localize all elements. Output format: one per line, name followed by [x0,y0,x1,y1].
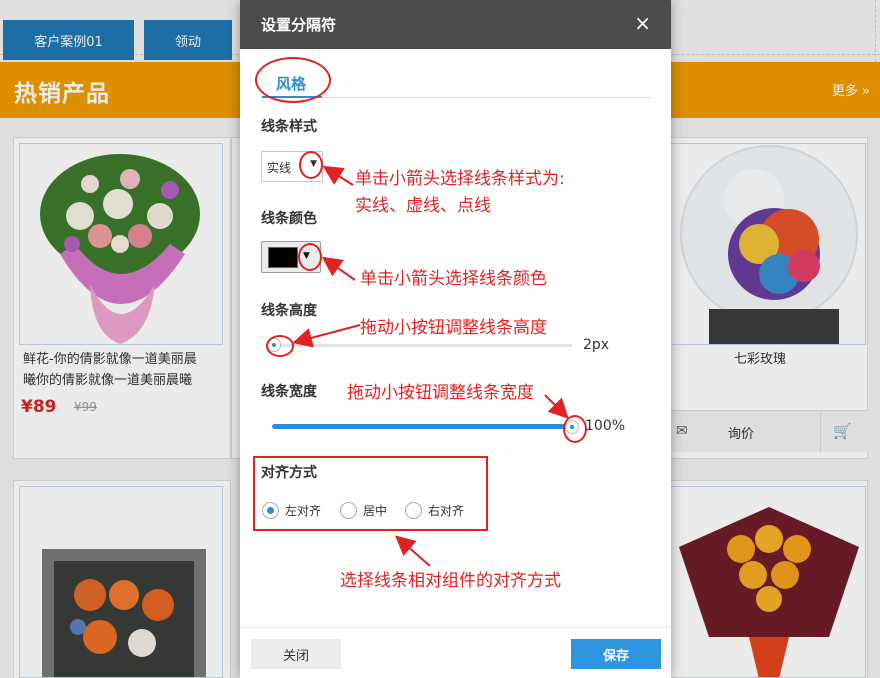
annotation-line-height: 拖动小按钮调整线条高度 [360,318,547,338]
annotation-line-style-1: 单击小箭头选择线条样式为: [355,169,565,189]
annotation-alignment: 选择线条相对组件的对齐方式 [340,571,561,591]
annotation-line-style-2: 实线、虚线、点线 [355,196,491,216]
annotation-line-color: 单击小箭头选择线条颜色 [360,269,547,289]
annotation-line-width: 拖动小按钮调整线条宽度 [347,383,534,403]
